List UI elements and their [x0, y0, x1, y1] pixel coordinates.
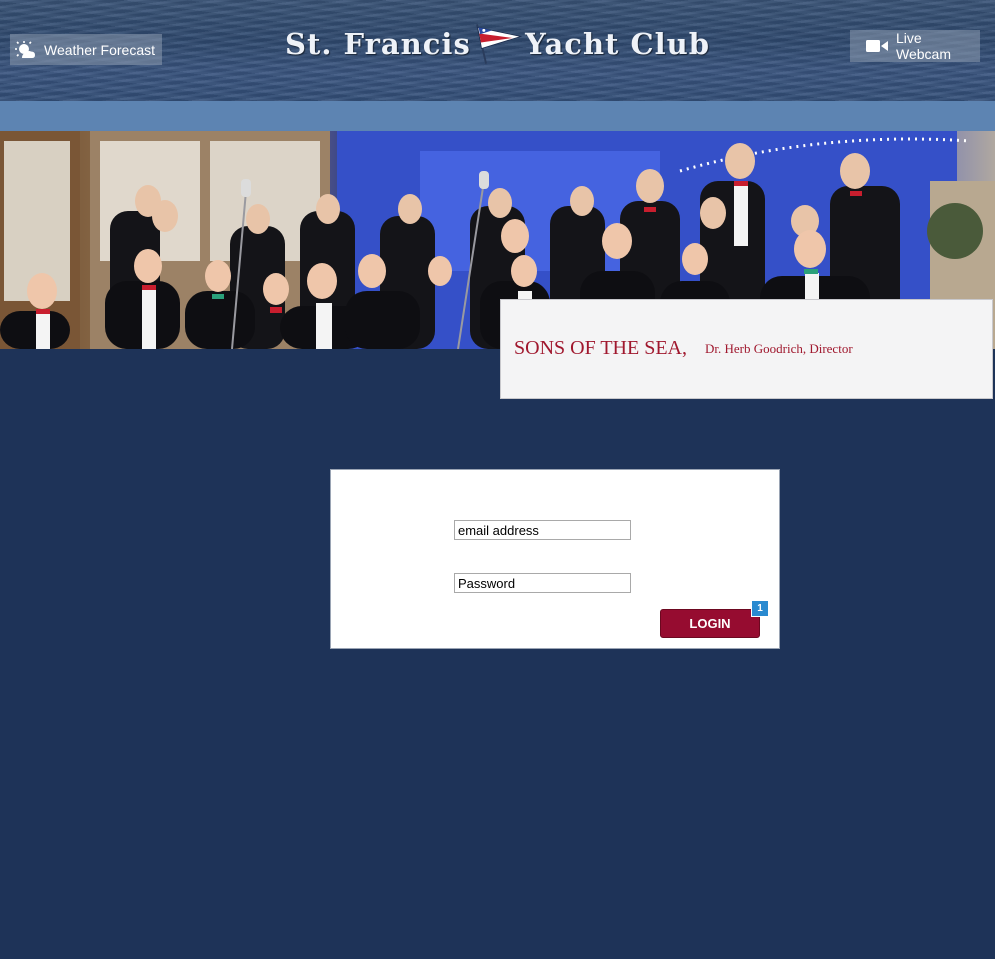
feature-caption: SONS OF THE SEA, Dr. Herb Goodrich, Dire…: [500, 299, 993, 399]
notification-badge: 1: [751, 600, 769, 617]
logo-text-right: Yacht Club: [525, 27, 710, 61]
sun-cloud-icon: [14, 40, 36, 60]
weather-forecast-label: Weather Forecast: [44, 41, 156, 58]
feature-subtitle: Dr. Herb Goodrich, Director: [705, 341, 853, 356]
weather-forecast-button[interactable]: Weather Forecast: [10, 34, 162, 65]
live-webcam-button[interactable]: Live Webcam: [850, 30, 980, 62]
club-logo[interactable]: St. Francis Yacht Club: [285, 14, 710, 74]
email-field[interactable]: [454, 520, 631, 540]
site-header: Weather Forecast St. Francis Yacht Club …: [0, 0, 995, 101]
live-webcam-label: Live Webcam: [896, 30, 951, 62]
password-field[interactable]: [454, 573, 631, 593]
login-panel: LOGIN 1: [330, 469, 780, 649]
feature-title: SONS OF THE SEA,: [514, 336, 687, 359]
login-button[interactable]: LOGIN: [660, 609, 760, 638]
navigation-bar: [0, 101, 995, 131]
burgee-flag-icon: [475, 24, 523, 64]
video-camera-icon: [866, 39, 888, 53]
logo-text-left: St. Francis: [285, 27, 471, 61]
